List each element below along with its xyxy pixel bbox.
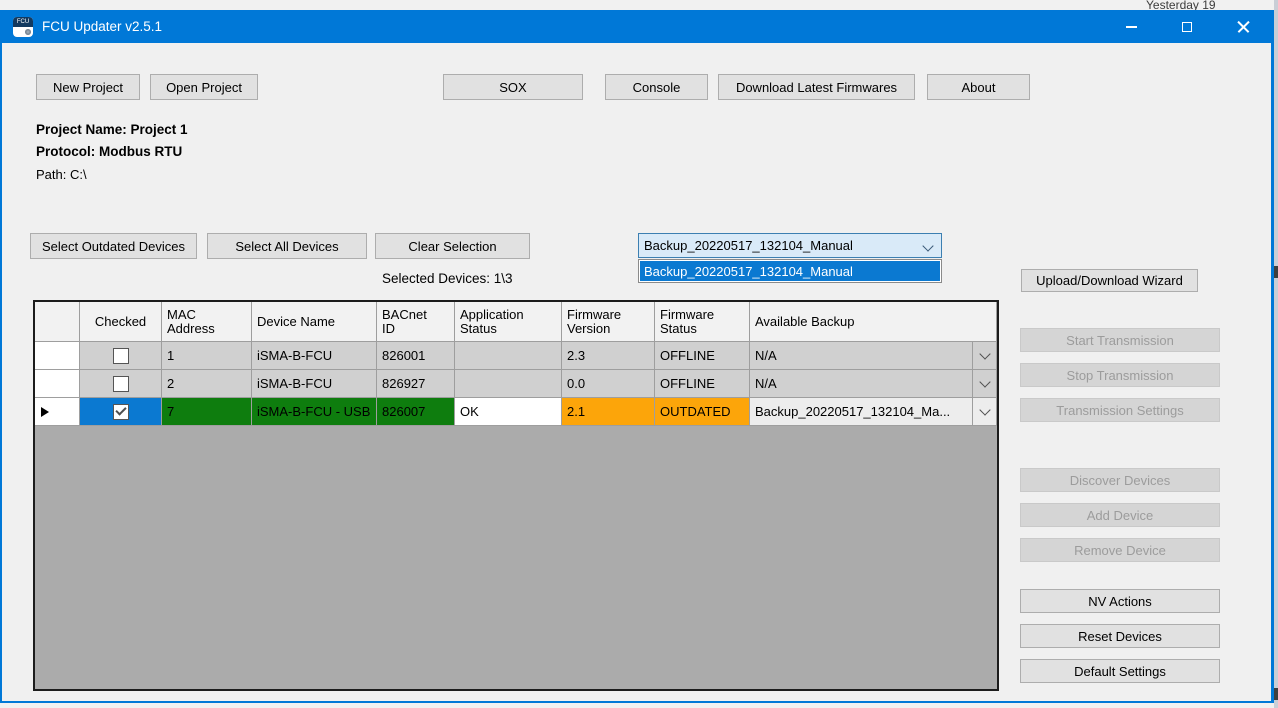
application-status-cell[interactable]: OK bbox=[455, 398, 562, 426]
available-backup-cell[interactable]: Backup_20220517_132104_Ma... bbox=[750, 398, 997, 426]
open-project-button[interactable]: Open Project bbox=[150, 74, 258, 100]
window-border-right bbox=[1271, 10, 1274, 703]
firmware-version-cell[interactable]: 2.3 bbox=[562, 342, 655, 370]
firmware-version-cell[interactable]: 0.0 bbox=[562, 370, 655, 398]
device-name-cell[interactable]: iSMA-B-FCU bbox=[252, 342, 377, 370]
chevron-down-icon bbox=[922, 240, 933, 251]
application-status-cell[interactable] bbox=[455, 342, 562, 370]
select-outdated-devices-button[interactable]: Select Outdated Devices bbox=[30, 233, 197, 259]
project-path-label: Path: C:\ bbox=[36, 167, 87, 182]
background-artifact bbox=[1274, 266, 1278, 278]
available-backup-cell[interactable]: N/A bbox=[750, 342, 997, 370]
project-protocol-label: Protocol: Modbus RTU bbox=[36, 144, 182, 159]
table-row-selected: 7 iSMA-B-FCU - USB 826007 OK 2.1 OUTDATE… bbox=[35, 398, 997, 426]
mac-cell[interactable]: 7 bbox=[162, 398, 252, 426]
about-button[interactable]: About bbox=[927, 74, 1030, 100]
header-application-status: Application Status bbox=[455, 302, 562, 342]
sox-button[interactable]: SOX bbox=[443, 74, 583, 100]
row-selector-cell[interactable] bbox=[35, 370, 80, 398]
background-clipped-text: Yesterday 19 bbox=[1146, 0, 1270, 10]
header-firmware-version: Firmware Version bbox=[562, 302, 655, 342]
backup-combobox-value: Backup_20220517_132104_Manual bbox=[644, 238, 853, 253]
checkbox-unchecked[interactable] bbox=[113, 348, 129, 364]
checked-cell[interactable] bbox=[80, 342, 162, 370]
select-all-devices-button[interactable]: Select All Devices bbox=[207, 233, 367, 259]
checked-cell[interactable] bbox=[80, 370, 162, 398]
minimize-icon bbox=[1126, 26, 1137, 28]
bacnet-id-cell[interactable]: 826001 bbox=[377, 342, 455, 370]
default-settings-button[interactable]: Default Settings bbox=[1020, 659, 1220, 683]
available-backup-cell[interactable]: N/A bbox=[750, 370, 997, 398]
backup-dropdown-option[interactable]: Backup_20220517_132104_Manual bbox=[640, 261, 940, 281]
firmware-version-cell[interactable]: 2.1 bbox=[562, 398, 655, 426]
device-name-cell[interactable]: iSMA-B-FCU - USB bbox=[252, 398, 377, 426]
reset-devices-button[interactable]: Reset Devices bbox=[1020, 624, 1220, 648]
header-mac-address: MAC Address bbox=[162, 302, 252, 342]
chevron-down-icon bbox=[979, 348, 990, 359]
minimize-button[interactable] bbox=[1103, 10, 1159, 43]
window-controls bbox=[1103, 10, 1271, 43]
new-project-button[interactable]: New Project bbox=[36, 74, 140, 100]
device-name-cell[interactable]: iSMA-B-FCU bbox=[252, 370, 377, 398]
console-button[interactable]: Console bbox=[605, 74, 708, 100]
table-row: 1 iSMA-B-FCU 826001 2.3 OFFLINE N/A bbox=[35, 342, 997, 370]
nv-actions-button[interactable]: NV Actions bbox=[1020, 589, 1220, 613]
window-title: FCU Updater v2.5.1 bbox=[42, 19, 162, 34]
close-button[interactable] bbox=[1215, 10, 1271, 43]
checked-cell[interactable] bbox=[80, 398, 162, 426]
add-device-button: Add Device bbox=[1020, 503, 1220, 527]
background-right-strip bbox=[1274, 0, 1278, 708]
stop-transmission-button: Stop Transmission bbox=[1020, 363, 1220, 387]
backup-cell-dropdown-arrow[interactable] bbox=[972, 398, 996, 425]
project-name-label: Project Name: Project 1 bbox=[36, 122, 188, 137]
bacnet-id-cell[interactable]: 826927 bbox=[377, 370, 455, 398]
discover-devices-button: Discover Devices bbox=[1020, 468, 1220, 492]
selected-devices-count: Selected Devices: 1\3 bbox=[382, 271, 513, 286]
header-row-selector bbox=[35, 302, 80, 342]
table-header-row: Checked MAC Address Device Name BACnet I… bbox=[35, 302, 997, 342]
header-available-backup: Available Backup bbox=[750, 302, 997, 342]
device-table: Checked MAC Address Device Name BACnet I… bbox=[33, 300, 999, 691]
remove-device-button: Remove Device bbox=[1020, 538, 1220, 562]
firmware-status-cell[interactable]: OFFLINE bbox=[655, 370, 750, 398]
firmware-status-cell[interactable]: OFFLINE bbox=[655, 342, 750, 370]
gear-icon bbox=[25, 29, 31, 35]
header-checked: Checked bbox=[80, 302, 162, 342]
chevron-down-icon bbox=[979, 376, 990, 387]
backup-cell-dropdown-arrow[interactable] bbox=[972, 342, 996, 369]
current-row-pointer-icon bbox=[41, 407, 49, 417]
checkbox-unchecked[interactable] bbox=[113, 376, 129, 392]
backup-combobox[interactable]: Backup_20220517_132104_Manual bbox=[638, 233, 942, 258]
firmware-status-cell[interactable]: OUTDATED bbox=[655, 398, 750, 426]
header-device-name: Device Name bbox=[252, 302, 377, 342]
start-transmission-button: Start Transmission bbox=[1020, 328, 1220, 352]
transmission-settings-button: Transmission Settings bbox=[1020, 398, 1220, 422]
row-selector-cell[interactable] bbox=[35, 342, 80, 370]
header-bacnet-id: BACnet ID bbox=[377, 302, 455, 342]
window-border-bottom bbox=[0, 701, 1274, 703]
backup-cell-dropdown-arrow[interactable] bbox=[972, 370, 996, 397]
mac-cell[interactable]: 1 bbox=[162, 342, 252, 370]
clear-selection-button[interactable]: Clear Selection bbox=[375, 233, 530, 259]
app-icon: FCU bbox=[13, 17, 33, 37]
close-icon bbox=[1237, 20, 1250, 33]
maximize-button[interactable] bbox=[1159, 10, 1215, 43]
maximize-icon bbox=[1182, 22, 1192, 32]
checkbox-checked[interactable] bbox=[113, 404, 129, 420]
application-status-cell[interactable] bbox=[455, 370, 562, 398]
row-selector-cell[interactable] bbox=[35, 398, 80, 426]
chevron-down-icon bbox=[979, 404, 990, 415]
header-firmware-status: Firmware Status bbox=[655, 302, 750, 342]
download-latest-firmwares-button[interactable]: Download Latest Firmwares bbox=[718, 74, 915, 100]
backup-combobox-dropdown: Backup_20220517_132104_Manual bbox=[638, 259, 942, 283]
background-window-strip: Yesterday 19 bbox=[0, 0, 1278, 10]
mac-cell[interactable]: 2 bbox=[162, 370, 252, 398]
table-row: 2 iSMA-B-FCU 826927 0.0 OFFLINE N/A bbox=[35, 370, 997, 398]
background-artifact bbox=[1274, 688, 1278, 700]
screen: Yesterday 19 FCU FCU Updater v2.5.1 New … bbox=[0, 0, 1278, 708]
bacnet-id-cell[interactable]: 826007 bbox=[377, 398, 455, 426]
window-border-left bbox=[0, 43, 2, 703]
upload-download-wizard-button[interactable]: Upload/Download Wizard bbox=[1021, 269, 1198, 292]
titlebar: FCU FCU Updater v2.5.1 bbox=[0, 10, 1274, 43]
